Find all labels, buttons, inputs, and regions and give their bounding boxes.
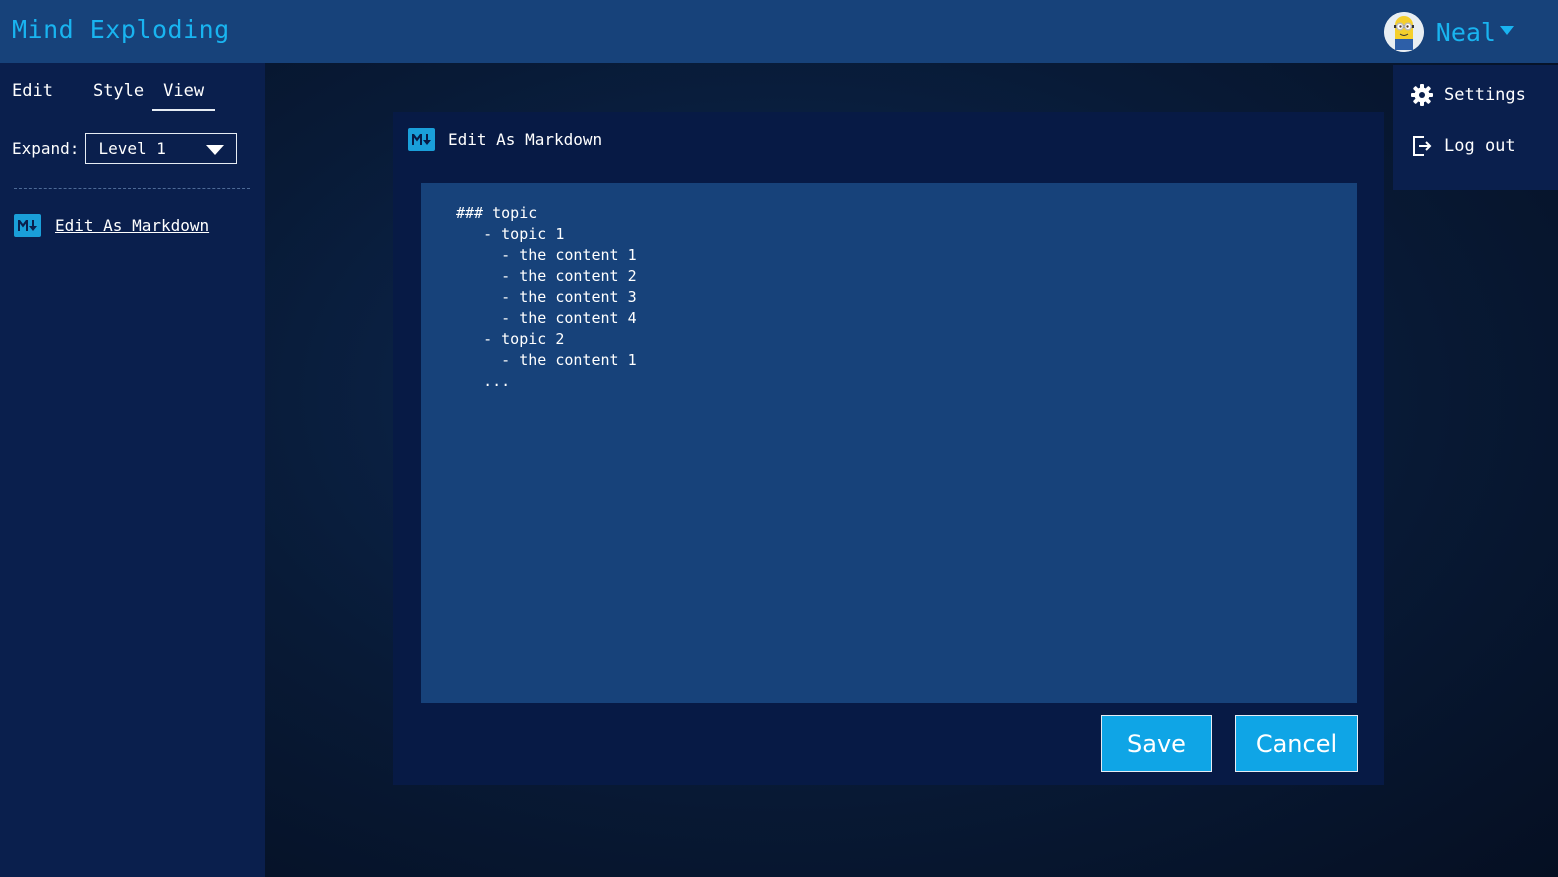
dropdown-arrow-icon[interactable] (206, 145, 225, 155)
edit-as-markdown-label[interactable]: Edit As Markdown (55, 216, 209, 235)
markdown-icon (14, 214, 41, 237)
expand-level-select[interactable]: Level 1 (85, 133, 238, 164)
left-sidebar: Edit Style View Expand: Level 1 Edit As … (0, 63, 265, 877)
tab-edit[interactable]: Edit (12, 81, 53, 111)
dialog-header: Edit As Markdown (408, 128, 602, 151)
tab-style[interactable]: Style (93, 81, 144, 111)
expand-row: Expand: Level 1 (12, 133, 238, 164)
logout-label[interactable]: Log out (1444, 136, 1516, 156)
expand-label: Expand: (12, 139, 80, 158)
gear-icon (1411, 84, 1433, 106)
avatar[interactable] (1383, 12, 1424, 52)
user-dropdown-menu: Settings Log out (1393, 65, 1558, 190)
user-name[interactable]: Neal (1436, 18, 1496, 47)
chevron-down-icon[interactable] (1500, 25, 1514, 35)
edit-as-markdown-link[interactable]: Edit As Markdown (14, 214, 209, 237)
save-button[interactable]: Save (1101, 715, 1212, 772)
divider (14, 188, 250, 189)
cancel-button[interactable]: Cancel (1235, 715, 1358, 772)
logout-icon (1413, 136, 1432, 156)
menu-item-settings[interactable]: Settings (1410, 83, 1526, 107)
markdown-editor[interactable]: ### topic - topic 1 - the content 1 - th… (421, 183, 1357, 703)
sidebar-tabs: Edit Style View (12, 81, 216, 111)
settings-label[interactable]: Settings (1444, 85, 1526, 105)
markdown-icon (408, 128, 435, 151)
markdown-dialog: Edit As Markdown ### topic - topic 1 - t… (393, 112, 1384, 785)
tab-view[interactable]: View (152, 81, 216, 111)
minion-avatar-icon (1383, 12, 1424, 52)
dialog-title: Edit As Markdown (448, 130, 603, 149)
expand-level-value: Level 1 (98, 139, 166, 158)
menu-item-logout[interactable]: Log out (1410, 134, 1516, 158)
app-title[interactable]: Mind Exploding (12, 15, 230, 44)
top-header: Mind Exploding Neal (0, 0, 1558, 63)
user-menu[interactable]: Neal (1383, 12, 1514, 52)
